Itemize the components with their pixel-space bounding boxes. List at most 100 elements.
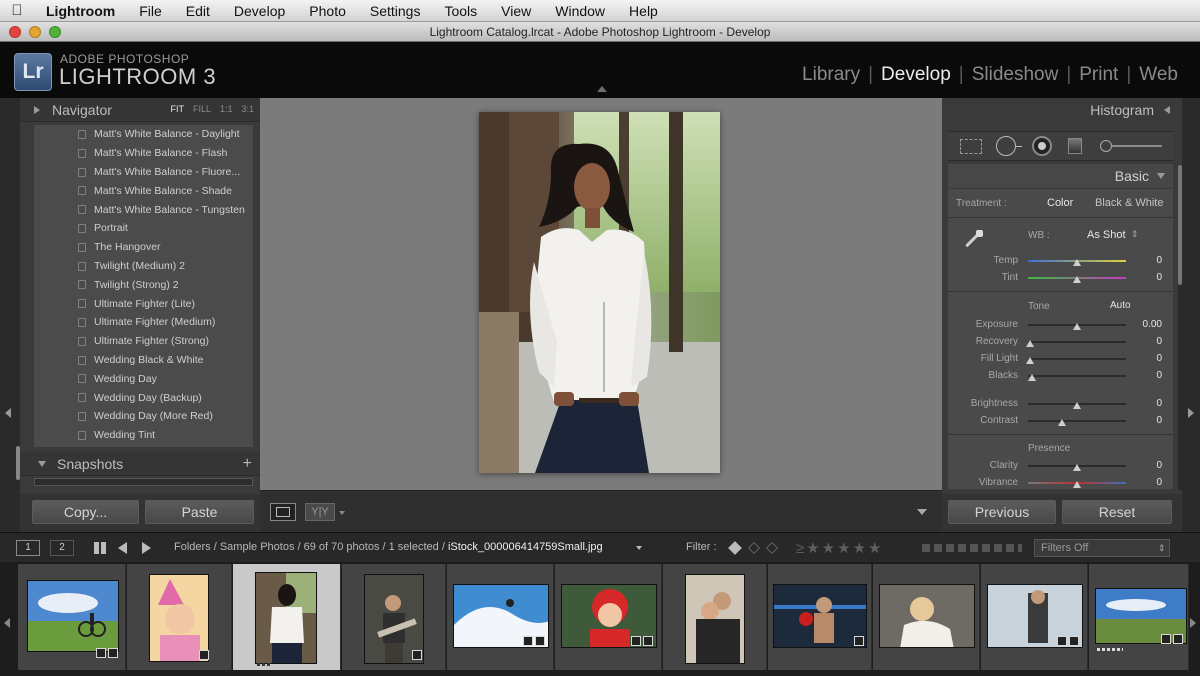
zoom-fit[interactable]: FIT xyxy=(170,104,184,114)
wb-value-select[interactable]: As Shot xyxy=(1087,229,1126,241)
preset-item[interactable]: Matt's White Balance - Shade xyxy=(34,181,253,200)
red-eye-icon[interactable] xyxy=(1032,136,1052,156)
chevron-down-icon[interactable] xyxy=(636,546,642,550)
thumbnail-cyclist[interactable] xyxy=(27,580,119,652)
menu-develop[interactable]: Develop xyxy=(222,3,297,19)
blacks-value[interactable]: 0 xyxy=(1128,370,1162,381)
filmstrip-cell[interactable] xyxy=(555,564,662,670)
filmstrip-left-arrow[interactable] xyxy=(4,618,10,628)
filmstrip-right-arrow[interactable] xyxy=(1190,618,1196,628)
menu-settings[interactable]: Settings xyxy=(358,3,433,19)
fill-light-slider-thumb[interactable] xyxy=(1026,357,1034,364)
filmstrip-cell[interactable] xyxy=(342,564,446,670)
preset-item[interactable]: Matt's White Balance - Daylight xyxy=(34,125,253,144)
contrast-slider-thumb[interactable] xyxy=(1058,419,1066,426)
thumbnail-boxer[interactable] xyxy=(773,584,867,648)
breadcrumb-path[interactable]: Folders / Sample Photos / 69 of 70 photo… xyxy=(174,541,603,553)
histogram-header[interactable]: Histogram xyxy=(942,98,1182,123)
flag-icon[interactable] xyxy=(728,541,742,555)
treatment-bw-option[interactable]: Black & White xyxy=(1095,197,1163,209)
top-panel-toggle-arrow[interactable] xyxy=(597,86,607,92)
add-snapshot-button[interactable]: + xyxy=(243,455,252,473)
back-arrow-icon[interactable] xyxy=(118,542,127,554)
navigator-header[interactable]: Navigator FIT FILL 1:1 3:1 xyxy=(20,98,260,122)
vibrance-value[interactable]: 0 xyxy=(1128,477,1162,488)
snapshots-header[interactable]: Snapshots + xyxy=(20,452,260,476)
module-library[interactable]: Library xyxy=(794,64,868,86)
treatment-color-option[interactable]: Color xyxy=(1047,197,1073,209)
minimize-window-button[interactable] xyxy=(29,26,41,38)
filmstrip-cell[interactable] xyxy=(663,564,767,670)
temp-value[interactable]: 0 xyxy=(1128,255,1162,266)
module-slideshow[interactable]: Slideshow xyxy=(964,64,1067,86)
preset-item[interactable]: Twilight (Medium) 2 xyxy=(34,257,253,276)
paste-settings-button[interactable]: Paste xyxy=(145,500,254,524)
zoom-window-button[interactable] xyxy=(49,26,61,38)
clarity-slider-thumb[interactable] xyxy=(1073,464,1081,471)
preset-item[interactable]: Matt's White Balance - Tungsten xyxy=(34,200,253,219)
preset-item[interactable]: Portrait xyxy=(34,219,253,238)
grid-view-icon[interactable] xyxy=(94,542,106,554)
exposure-value[interactable]: 0.00 xyxy=(1124,319,1162,330)
menu-help[interactable]: Help xyxy=(617,3,670,19)
preset-item[interactable]: Ultimate Fighter (Lite) xyxy=(34,294,253,313)
left-panel-toggle-arrow[interactable] xyxy=(5,408,11,418)
tone-auto-button[interactable]: Auto xyxy=(1110,300,1131,311)
filmstrip-cell[interactable] xyxy=(447,564,554,670)
filters-off-select[interactable]: Filters Off xyxy=(1034,539,1170,557)
vibrance-slider-thumb[interactable] xyxy=(1073,481,1081,488)
spot-removal-icon[interactable] xyxy=(996,136,1016,156)
blacks-slider[interactable] xyxy=(1028,375,1126,377)
blacks-slider-thumb[interactable] xyxy=(1028,374,1036,381)
loupe-view-icon[interactable] xyxy=(270,503,296,521)
preset-item[interactable]: Wedding Day (Backup) xyxy=(34,388,253,407)
flag-rejected-icon[interactable] xyxy=(766,542,778,554)
filmstrip-cell[interactable] xyxy=(1089,564,1189,670)
eyedropper-icon[interactable] xyxy=(960,227,986,253)
menu-edit[interactable]: Edit xyxy=(174,3,222,19)
preset-item[interactable]: Wedding Day (More Red) xyxy=(34,407,253,426)
module-print[interactable]: Print xyxy=(1071,64,1126,86)
basic-panel-header[interactable]: Basic xyxy=(948,164,1173,188)
tint-value[interactable]: 0 xyxy=(1128,272,1162,283)
filmstrip-cell[interactable] xyxy=(127,564,232,670)
filmstrip-cell[interactable] xyxy=(873,564,980,670)
thumbnail-bride[interactable] xyxy=(879,584,975,648)
exposure-slider-thumb[interactable] xyxy=(1073,323,1081,330)
crop-icon[interactable] xyxy=(960,139,982,154)
brightness-slider-thumb[interactable] xyxy=(1073,402,1081,409)
filmstrip-cell-selected[interactable] xyxy=(233,564,341,670)
preset-item[interactable]: Wedding Tint xyxy=(34,426,253,445)
color-label-filter[interactable] xyxy=(922,544,1022,552)
preset-item[interactable]: Wedding Day xyxy=(34,369,253,388)
graduated-filter-icon[interactable] xyxy=(1068,138,1082,154)
module-web[interactable]: Web xyxy=(1131,64,1186,86)
recovery-slider[interactable] xyxy=(1028,341,1126,343)
previous-button[interactable]: Previous xyxy=(948,500,1056,524)
preset-item[interactable]: The Hangover xyxy=(34,238,253,257)
tint-slider-thumb[interactable] xyxy=(1073,276,1081,283)
preset-item[interactable]: Ultimate Fighter (Strong) xyxy=(34,332,253,351)
chevron-down-icon[interactable] xyxy=(339,511,345,515)
brightness-value[interactable]: 0 xyxy=(1128,398,1162,409)
reset-button[interactable]: Reset xyxy=(1062,500,1172,524)
filmstrip-cell[interactable] xyxy=(981,564,1088,670)
fill-light-slider[interactable] xyxy=(1028,358,1126,360)
preset-item[interactable]: Matt's White Balance - Flash xyxy=(34,144,253,163)
fill-light-value[interactable]: 0 xyxy=(1128,353,1162,364)
temp-slider-thumb[interactable] xyxy=(1073,259,1081,266)
module-develop[interactable]: Develop xyxy=(873,64,959,86)
filmstrip-cell[interactable] xyxy=(768,564,872,670)
preset-item[interactable]: Matt's White Balance - Fluore... xyxy=(34,163,253,182)
menu-file[interactable]: File xyxy=(127,3,174,19)
scrollbar-thumb[interactable] xyxy=(1178,165,1182,285)
menu-photo[interactable]: Photo xyxy=(297,3,358,19)
thumbnail-child-party[interactable] xyxy=(149,574,209,662)
adjustment-brush-icon[interactable] xyxy=(1100,140,1164,152)
toolbar-options-chevron-icon[interactable] xyxy=(917,509,927,515)
menu-app[interactable]: Lightroom xyxy=(34,3,127,19)
secondary-window-button[interactable]: 2 xyxy=(50,540,74,556)
menu-tools[interactable]: Tools xyxy=(432,3,489,19)
contrast-slider[interactable] xyxy=(1028,420,1126,422)
menu-view[interactable]: View xyxy=(489,3,543,19)
